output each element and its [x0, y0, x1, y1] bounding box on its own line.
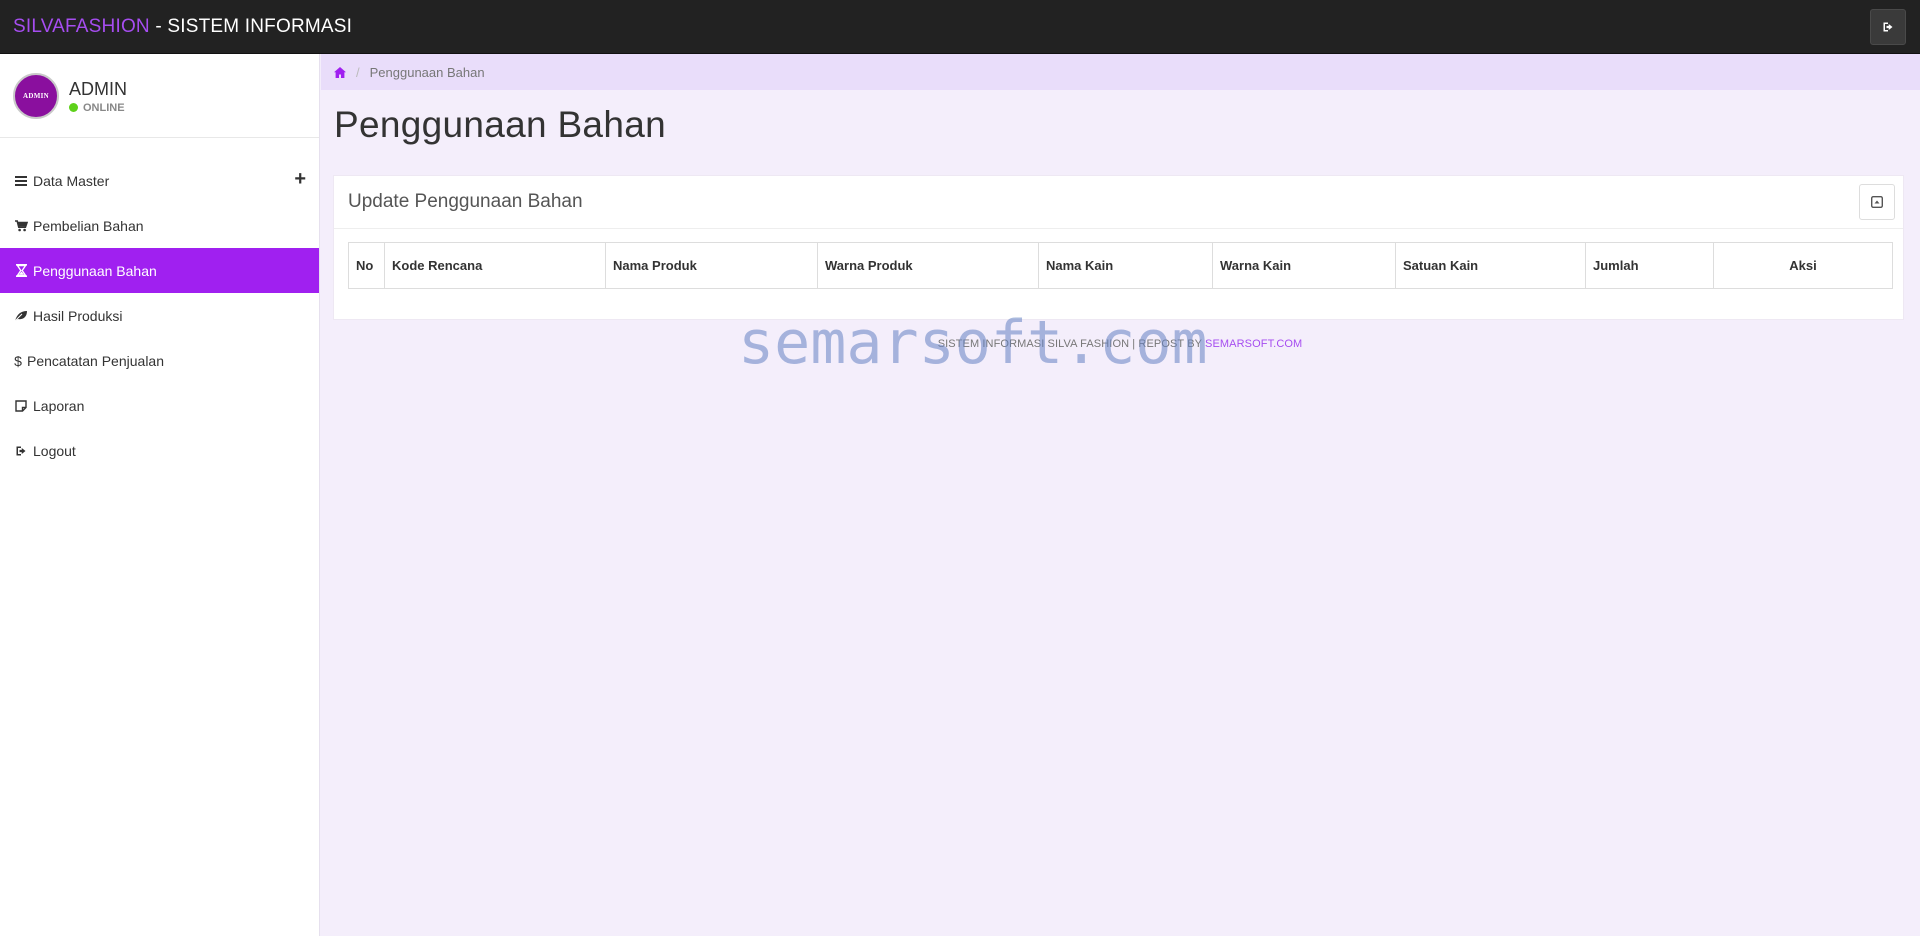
column-header-kode-rencana[interactable]: Kode Rencana: [384, 242, 606, 289]
sidebar-item-logout[interactable]: Logout: [0, 428, 319, 473]
user-name: ADMIN: [69, 78, 127, 99]
footer-text: SISTEM INFORMASI SILVA FASHION | REPOST …: [937, 338, 1206, 350]
avatar-text: ADMIN: [23, 91, 49, 100]
sidebar-item-data-master[interactable]: Data Master +: [0, 158, 319, 203]
sidebar-item-label: Hasil Produksi: [33, 307, 123, 324]
column-header-nama-produk[interactable]: Nama Produk: [605, 242, 818, 289]
sign-out-icon: [1883, 22, 1893, 32]
user-status: ONLINE: [69, 102, 127, 114]
column-header-warna-produk[interactable]: Warna Produk: [817, 242, 1039, 289]
card-collapse-button[interactable]: [1859, 184, 1895, 220]
column-header-satuan-kain[interactable]: Satuan Kain: [1395, 242, 1586, 289]
expand-plus-icon[interactable]: +: [294, 168, 306, 191]
footer-link[interactable]: SEMARSOFT.COM: [1205, 338, 1302, 350]
sidebar: ADMIN ADMIN ONLINE Data Master + Pembeli…: [0, 54, 320, 936]
sidebar-item-penggunaan-bahan[interactable]: Penggunaan Bahan: [0, 248, 319, 293]
breadcrumb: / Penggunaan Bahan: [321, 54, 1920, 90]
avatar: ADMIN: [13, 72, 59, 119]
column-header-warna-kain[interactable]: Warna Kain: [1212, 242, 1396, 289]
card-header: Update Penggunaan Bahan: [334, 176, 1903, 229]
bars-icon: [13, 175, 29, 187]
top-logout-button[interactable]: [1870, 9, 1906, 45]
column-header-jumlah[interactable]: Jumlah: [1585, 242, 1714, 289]
user-panel: ADMIN ADMIN ONLINE: [0, 54, 319, 138]
sidebar-item-label: Data Master: [33, 172, 110, 189]
home-icon[interactable]: [334, 66, 346, 78]
sidebar-item-label: Laporan: [33, 397, 85, 414]
note-icon: [13, 399, 29, 412]
sidebar-item-label: Pencatatan Penjualan: [27, 352, 164, 369]
user-status-text: ONLINE: [83, 101, 125, 114]
sidebar-item-label: Pembelian Bahan: [33, 217, 144, 234]
top-navbar: SILVAFASHION - SISTEM INFORMASI: [0, 0, 1920, 54]
sidebar-item-label: Logout: [33, 442, 76, 459]
brand-accent: SILVAFASHION: [13, 15, 150, 37]
leaf-icon: [13, 310, 29, 322]
online-dot-icon: [69, 103, 78, 112]
breadcrumb-current: Penggunaan Bahan: [369, 64, 485, 80]
brand-rest: - SISTEM INFORMASI: [149, 15, 353, 37]
sign-out-icon: [13, 445, 29, 457]
data-table: No Kode Rencana Nama Produk Warna Produk…: [348, 242, 1893, 289]
sidebar-item-pembelian-bahan[interactable]: Pembelian Bahan: [0, 203, 319, 248]
sidebar-item-label: Penggunaan Bahan: [33, 262, 157, 279]
footer: SISTEM INFORMASI SILVA FASHION | REPOST …: [0, 338, 1920, 350]
brand-title[interactable]: SILVAFASHION - SISTEM INFORMASI: [13, 16, 352, 38]
dollar-icon: $: [14, 352, 22, 369]
sidebar-item-hasil-produksi[interactable]: Hasil Produksi: [0, 293, 319, 338]
cart-icon: [13, 219, 29, 232]
sidebar-menu: Data Master + Pembelian Bahan Penggunaan…: [0, 158, 319, 473]
page-title: Penggunaan Bahan: [334, 104, 666, 145]
card-title: Update Penggunaan Bahan: [348, 191, 583, 212]
column-header-aksi: Aksi: [1713, 242, 1893, 289]
sidebar-item-laporan[interactable]: Laporan: [0, 383, 319, 428]
content-card: Update Penggunaan Bahan No Kode Rencana …: [333, 175, 1904, 320]
breadcrumb-separator: /: [356, 64, 360, 80]
collapse-icon: [1871, 196, 1883, 208]
column-header-no[interactable]: No: [348, 242, 385, 289]
hourglass-icon: [13, 264, 29, 277]
table-header-row: No Kode Rencana Nama Produk Warna Produk…: [348, 242, 1893, 289]
column-header-nama-kain[interactable]: Nama Kain: [1038, 242, 1213, 289]
user-info: ADMIN ONLINE: [69, 78, 127, 114]
